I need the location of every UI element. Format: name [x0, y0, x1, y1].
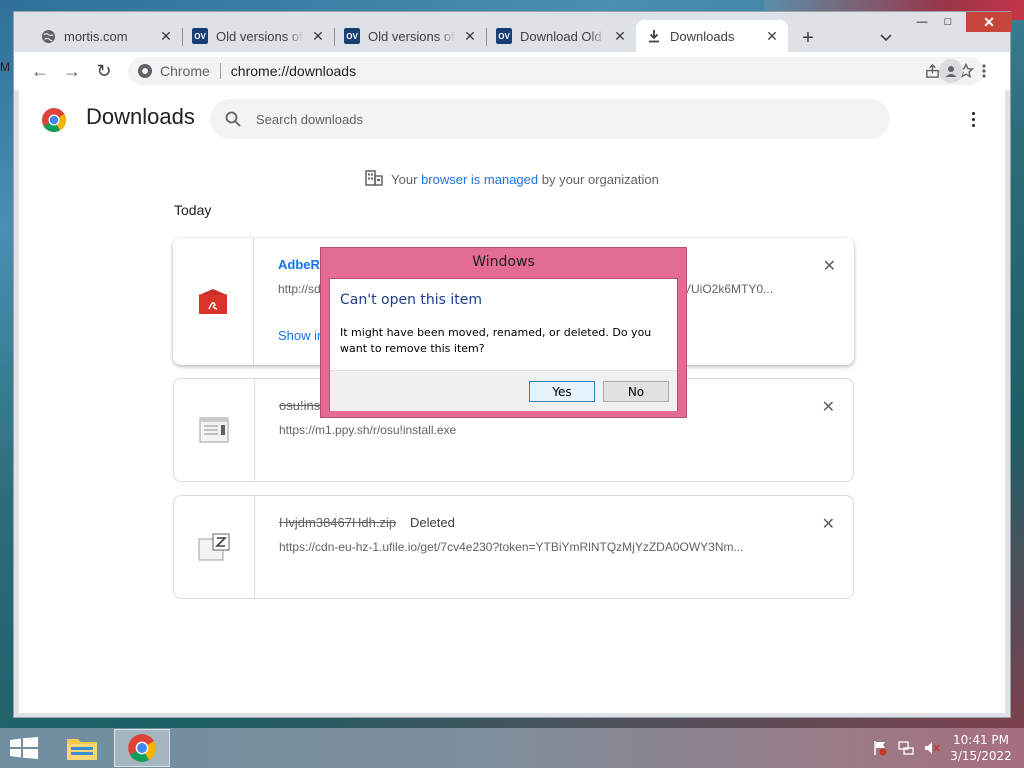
downloads-menu-button[interactable]: [963, 108, 983, 130]
browser-toolbar: ← → ↻ Chrome chrome://downloads: [14, 52, 1010, 90]
search-icon: [224, 110, 242, 128]
forward-button[interactable]: →: [60, 59, 84, 83]
download-icon: [646, 28, 662, 44]
ov-favicon-icon: OV: [496, 28, 512, 44]
close-tab-icon[interactable]: ✕: [310, 28, 326, 44]
download-status: Deleted: [410, 515, 455, 530]
page-title: Downloads: [86, 104, 195, 129]
maximize-button[interactable]: □: [936, 12, 960, 32]
file-icon-cell: [173, 238, 254, 365]
desktop-partial-label: M: [0, 60, 10, 74]
site-chip[interactable]: Chrome: [128, 63, 210, 79]
show-in-folder-link[interactable]: Show in: [278, 328, 324, 343]
file-url[interactable]: https://m1.ppy.sh/r/osu!install.exe: [279, 423, 779, 437]
file-icon-cell: [174, 379, 255, 481]
tab-old-versions-1[interactable]: OV Old versions of ✕: [182, 20, 334, 52]
file-icon-cell: [174, 496, 255, 598]
tab-title: Old versions of: [216, 28, 303, 44]
chrome-menu-button[interactable]: [972, 59, 996, 83]
address-bar[interactable]: Chrome chrome://downloads: [128, 57, 984, 85]
tab-strip: mortis.com ✕ OV Old versions of ✕ OV Old…: [14, 12, 1012, 52]
remove-item-icon[interactable]: ✕: [822, 397, 835, 417]
new-tab-button[interactable]: +: [796, 26, 820, 50]
exe-file-icon: [199, 417, 229, 443]
chrome-logo-icon: [41, 107, 67, 138]
tab-title: Downloads: [670, 28, 735, 44]
tab-download-old[interactable]: OV Download Old ✕: [486, 20, 636, 52]
building-icon: [365, 170, 383, 189]
file-name: osu!inst: [279, 398, 324, 413]
file-url[interactable]: https://cdn-eu-hz-1.ufile.io/get/7cv4e23…: [279, 540, 779, 554]
folder-icon: [67, 739, 97, 760]
yes-button[interactable]: Yes: [529, 381, 595, 402]
profile-avatar[interactable]: [939, 59, 963, 83]
system-tray: [872, 740, 940, 756]
dialog-body: Can't open this item It might have been …: [329, 278, 678, 411]
back-button[interactable]: ←: [28, 59, 52, 83]
dialog-message: It might have been moved, renamed, or de…: [340, 326, 652, 355]
download-item: Hvjdm38467Hdh.zip Deleted https://cdn-eu…: [173, 495, 854, 599]
clock-time: 10:41 PM: [953, 733, 1009, 747]
file-name: Hvjdm38467Hdh.zip: [279, 515, 397, 530]
close-tab-icon[interactable]: ✕: [158, 28, 174, 44]
reload-button[interactable]: ↻: [92, 59, 116, 83]
tab-title: Download Old: [520, 28, 602, 44]
close-tab-icon[interactable]: ✕: [764, 28, 780, 44]
close-tab-icon[interactable]: ✕: [612, 28, 628, 44]
dialog-heading: Can't open this item: [340, 292, 483, 308]
close-window-button[interactable]: ✕: [966, 12, 1012, 32]
dialog-title: Windows: [472, 254, 535, 270]
taskbar: 10:41 PM 3/15/2022: [0, 728, 1024, 768]
volume-muted-icon[interactable]: [924, 740, 940, 756]
tab-downloads[interactable]: Downloads ✕: [636, 20, 788, 52]
url-text[interactable]: chrome://downloads: [231, 63, 356, 79]
tab-search-button[interactable]: [874, 26, 898, 50]
managed-link[interactable]: browser is managed: [421, 172, 538, 187]
chrome-icon: [128, 734, 156, 762]
tab-title: mortis.com: [64, 28, 128, 44]
ov-favicon-icon: OV: [192, 28, 208, 44]
ov-favicon-icon: OV: [344, 28, 360, 44]
windows-start-icon[interactable]: [10, 737, 38, 759]
remove-item-icon[interactable]: ✕: [822, 514, 835, 534]
no-button[interactable]: No: [603, 381, 669, 402]
dialog-footer: Yes No: [330, 370, 677, 411]
zip-file-icon: [198, 533, 230, 561]
minimize-button[interactable]: —: [910, 12, 934, 32]
omnibox-divider: [219, 63, 221, 79]
search-input[interactable]: [256, 111, 816, 127]
taskbar-clock[interactable]: 10:41 PM 3/15/2022: [948, 732, 1014, 764]
globe-icon: [40, 28, 56, 44]
pdf-file-icon: [198, 288, 228, 314]
close-tab-icon[interactable]: ✕: [462, 28, 478, 44]
remove-item-icon[interactable]: ✕: [823, 256, 836, 276]
network-icon[interactable]: [898, 740, 914, 756]
downloads-header: Downloads: [19, 90, 1005, 146]
managed-notice: Your browser is managed by your organiza…: [19, 170, 1005, 189]
tab-old-versions-2[interactable]: OV Old versions of ✕: [334, 20, 486, 52]
action-center-flag-icon[interactable]: [872, 740, 888, 756]
chevron-down-icon: [880, 34, 892, 42]
date-group-label: Today: [174, 202, 212, 218]
chrome-site-icon: [138, 64, 152, 78]
file-url-tail: VUiO2k6MTY0...: [683, 282, 774, 296]
taskbar-chrome[interactable]: [114, 729, 170, 767]
tab-mortis[interactable]: mortis.com ✕: [30, 20, 182, 52]
taskbar-file-explorer[interactable]: [54, 729, 110, 767]
clock-date: 3/15/2022: [950, 749, 1012, 763]
windows-dialog: Windows Can't open this item It might ha…: [320, 247, 687, 418]
tab-title: Old versions of: [368, 28, 455, 44]
search-box[interactable]: [210, 99, 890, 139]
kebab-menu-icon: [982, 64, 986, 78]
